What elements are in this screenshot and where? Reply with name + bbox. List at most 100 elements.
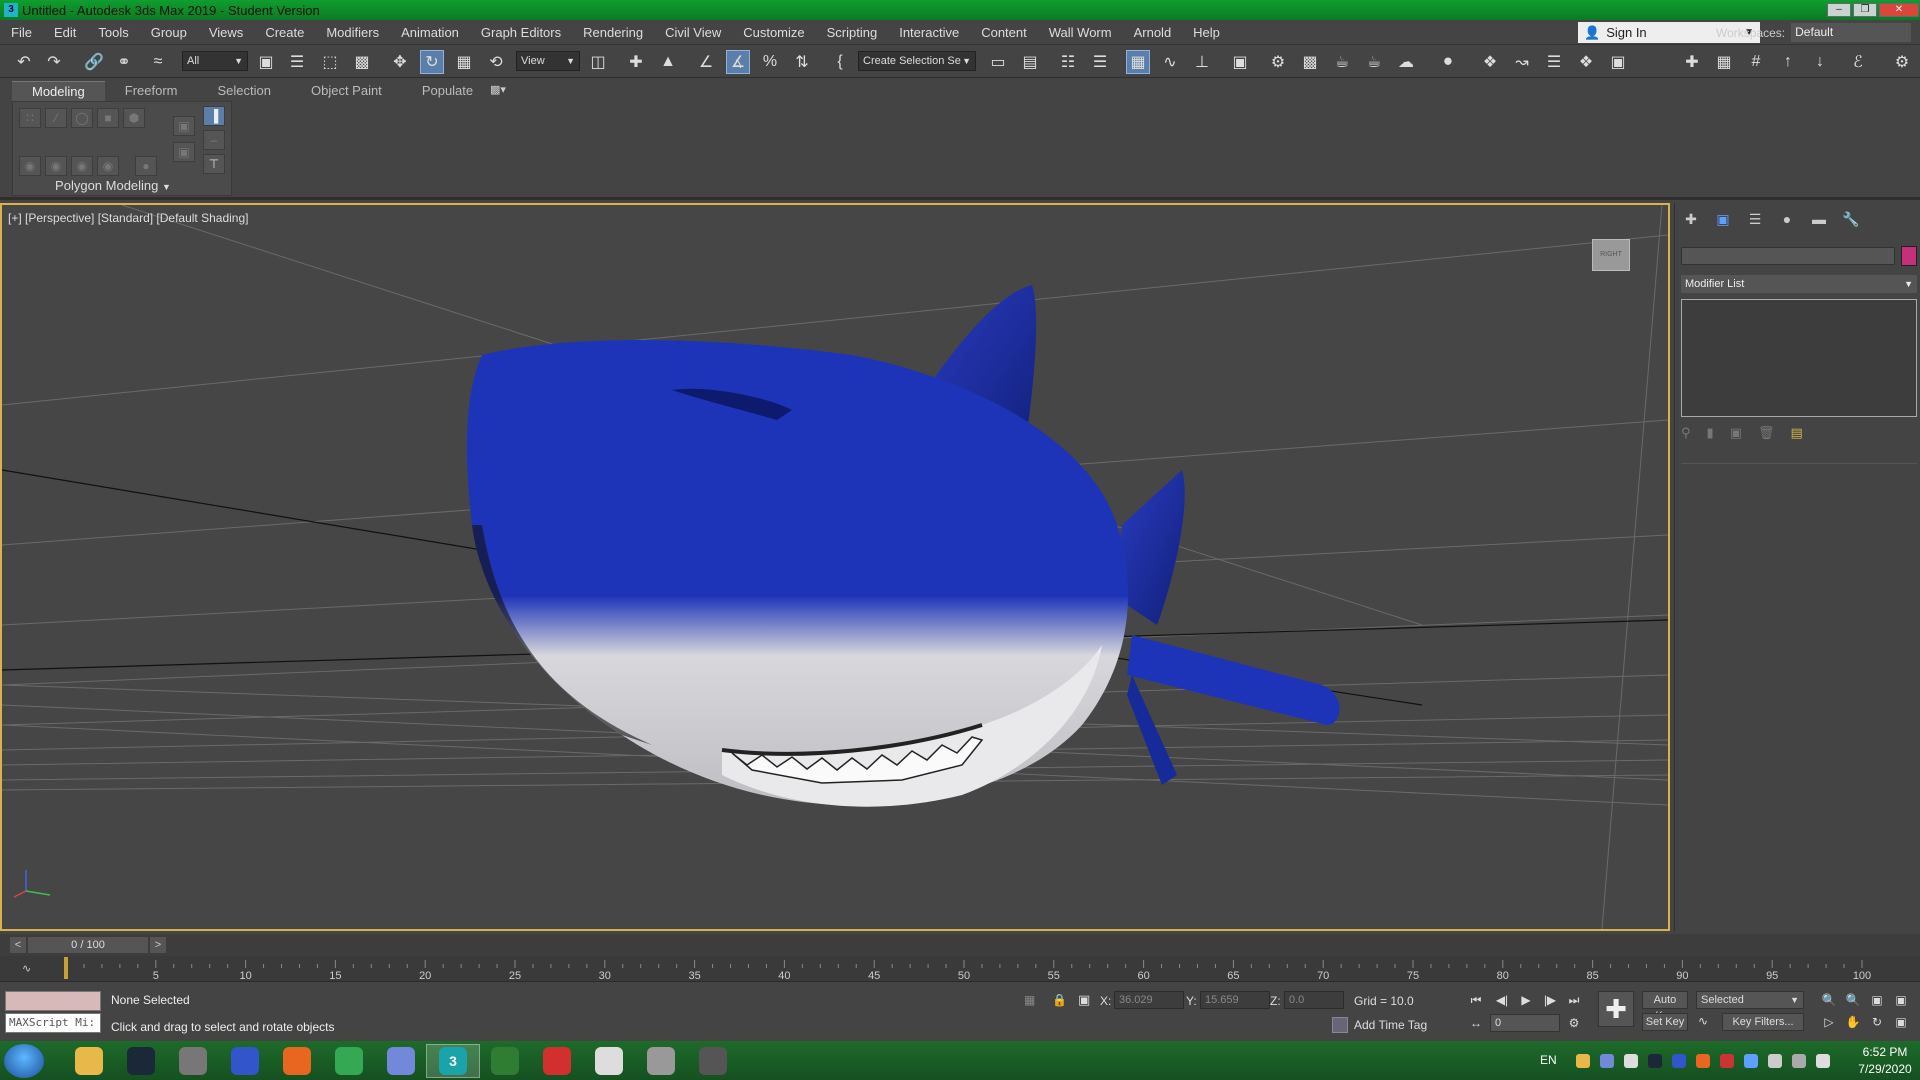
taskbar-steam[interactable] <box>114 1044 168 1078</box>
restore-button[interactable]: ❐ <box>1853 3 1877 17</box>
toolbar-options-icon[interactable]: ⚙ <box>1890 50 1914 74</box>
taskbar-hammer-editor[interactable] <box>634 1044 688 1078</box>
time-slider-prev-button[interactable]: < <box>10 937 26 953</box>
workspaces-selector[interactable]: Workspaces: Default <box>1716 22 1916 43</box>
play-icon[interactable]: ▶ <box>1516 991 1536 1009</box>
tray-app-icon[interactable] <box>1672 1054 1686 1068</box>
unlink-icon[interactable]: ⚭ <box>112 50 136 74</box>
menu-interactive[interactable]: Interactive <box>888 20 970 45</box>
time-configuration-icon[interactable]: ⚙ <box>1564 1014 1584 1032</box>
render-iterative-icon[interactable]: ☕ <box>1362 50 1386 74</box>
curve-editor-icon[interactable]: ∿ <box>1158 50 1182 74</box>
grid-icon[interactable]: ▦ <box>1712 50 1736 74</box>
taskbar-3ds-max[interactable]: 3 <box>426 1044 480 1078</box>
select-scale-icon[interactable]: ▦ <box>452 50 476 74</box>
track-bar[interactable]: 5 10 15 20 25 30 35 40 45 50 55 60 65 70 75 80 85 90 95 100… <box>0 956 1920 982</box>
menu-civil-view[interactable]: Civil View <box>654 20 732 45</box>
ribbon-tab-object-paint[interactable]: Object Paint <box>291 81 402 101</box>
key-mode-toggle-icon[interactable]: ↔ <box>1466 1014 1486 1032</box>
time-slider-next-button[interactable]: > <box>150 937 166 953</box>
spinner-snap-icon[interactable]: ⇅ <box>790 50 814 74</box>
set-keys-icon[interactable]: ✚ <box>1598 991 1634 1027</box>
menu-graph-editors[interactable]: Graph Editors <box>470 20 572 45</box>
render-in-cloud-icon[interactable]: ☁ <box>1394 50 1418 74</box>
maxscript-listener-output[interactable] <box>5 991 101 1011</box>
plugin-icon-2[interactable]: ↝ <box>1510 50 1534 74</box>
field-of-view-icon[interactable]: ▷ <box>1820 1013 1838 1031</box>
selection-filter-dropdown[interactable]: All ▼ <box>182 51 248 71</box>
manipulate-icon[interactable]: ✚ <box>624 50 648 74</box>
display-tab-icon[interactable]: ▬ <box>1807 211 1831 229</box>
reference-coordinate-dropdown[interactable]: View ▼ <box>516 51 580 71</box>
material-editor-icon[interactable]: ▣ <box>1228 50 1252 74</box>
redo-icon[interactable]: ↷ <box>42 50 66 74</box>
menu-wall-worm[interactable]: Wall Worm <box>1038 20 1123 45</box>
menu-modifiers[interactable]: Modifiers <box>315 20 390 45</box>
plugin-icon-4[interactable]: ❖ <box>1574 50 1598 74</box>
ring-icon[interactable]: ◉ <box>97 156 119 176</box>
viewcube[interactable]: RIGHT <box>1592 239 1630 271</box>
select-rotate-icon[interactable]: ↻ <box>420 50 444 74</box>
select-object-icon[interactable]: ▣ <box>254 50 278 74</box>
vmf-export-icon[interactable]: ▣ <box>1606 50 1630 74</box>
collapse-stack-icon[interactable]: ● <box>135 156 157 176</box>
menu-views[interactable]: Views <box>198 20 254 45</box>
object-color-swatch[interactable] <box>1901 246 1917 266</box>
plugin-down-icon[interactable]: ↓ <box>1808 50 1832 74</box>
clock-date[interactable]: 7/29/2020 <box>1850 1062 1920 1076</box>
render-setup-icon[interactable]: ⚙ <box>1266 50 1290 74</box>
snaps-toggle-icon[interactable]: ∠ <box>694 50 718 74</box>
ribbon-tab-freeform[interactable]: Freeform <box>105 81 198 101</box>
menu-edit[interactable]: Edit <box>43 20 87 45</box>
select-by-name-icon[interactable]: ☰ <box>285 50 309 74</box>
scripting-icon[interactable]: ℰ <box>1846 50 1870 74</box>
auto-key-button[interactable]: Auto Key <box>1642 991 1688 1022</box>
shrink-icon[interactable]: ◉ <box>45 156 67 176</box>
network-icon[interactable] <box>1744 1054 1758 1068</box>
language-indicator[interactable]: EN <box>1540 1053 1557 1067</box>
ribbon-toggle-icon[interactable]: ▦ <box>1126 50 1150 74</box>
create-tab-icon[interactable]: ✚ <box>1679 211 1703 229</box>
tray-app-icon[interactable] <box>1624 1054 1638 1068</box>
menu-animation[interactable]: Animation <box>390 20 470 45</box>
menu-customize[interactable]: Customize <box>732 20 815 45</box>
undo-icon[interactable]: ↶ <box>12 50 36 74</box>
steam-tray-icon[interactable] <box>1648 1054 1662 1068</box>
zoom-extents-icon[interactable]: ▣ <box>1868 991 1886 1009</box>
taskbar-file-explorer[interactable] <box>62 1044 116 1078</box>
angle-snap-icon[interactable]: ∡ <box>726 50 750 74</box>
next-frame-icon[interactable]: |▶ <box>1540 991 1560 1009</box>
menu-content[interactable]: Content <box>970 20 1038 45</box>
taskbar-discord[interactable] <box>374 1044 428 1078</box>
viewport-label-menu[interactable]: [+] [Perspective] [Standard] [Default Sh… <box>8 211 248 225</box>
tray-app-icon[interactable] <box>1576 1054 1590 1068</box>
plugin-up-icon[interactable]: ↑ <box>1776 50 1800 74</box>
ribbon-options-icon[interactable]: ▩▾ <box>490 83 506 96</box>
z-coord-field[interactable]: 0.0 <box>1284 991 1344 1009</box>
taskbar-alien-app[interactable] <box>582 1044 636 1078</box>
render-production-icon[interactable]: ☕ <box>1330 50 1354 74</box>
modifier-stack[interactable] <box>1681 299 1917 417</box>
mini-curve-editor-icon[interactable]: ∿ <box>22 962 31 975</box>
hierarchy-tab-icon[interactable]: ☰ <box>1743 211 1767 229</box>
maxscript-mini-listener[interactable]: MAXScript Mi: <box>5 1013 101 1033</box>
element-icon[interactable]: ⬢ <box>123 108 145 128</box>
hash-grid-icon[interactable]: # <box>1744 50 1768 74</box>
zoom-all-icon[interactable]: 🔍 <box>1844 991 1862 1009</box>
use-nurms-icon[interactable]: ⊤ <box>203 154 225 174</box>
ignore-backfacing-icon[interactable]: ▣ <box>173 142 195 162</box>
clock-time[interactable]: 6:52 PM <box>1850 1045 1920 1059</box>
close-button[interactable]: ✕ <box>1879 3 1919 17</box>
power-icon[interactable] <box>1792 1054 1806 1068</box>
taskbar-audio-app[interactable] <box>218 1044 272 1078</box>
isolate-selection-icon[interactable]: ▦ <box>1024 993 1035 1007</box>
pan-view-icon[interactable]: ✋ <box>1844 1013 1862 1031</box>
menu-rendering[interactable]: Rendering <box>572 20 654 45</box>
workspace-value[interactable]: Default <box>1791 23 1912 42</box>
orbit-icon[interactable]: ↻ <box>1868 1013 1886 1031</box>
layer-explorer-icon[interactable]: ☰ <box>1088 50 1112 74</box>
taskbar-spreadsheet[interactable] <box>478 1044 532 1078</box>
keyboard-shortcut-override-icon[interactable]: ▲ <box>656 50 680 74</box>
tray-app-icon[interactable] <box>1696 1054 1710 1068</box>
percent-snap-icon[interactable]: % <box>758 50 782 74</box>
